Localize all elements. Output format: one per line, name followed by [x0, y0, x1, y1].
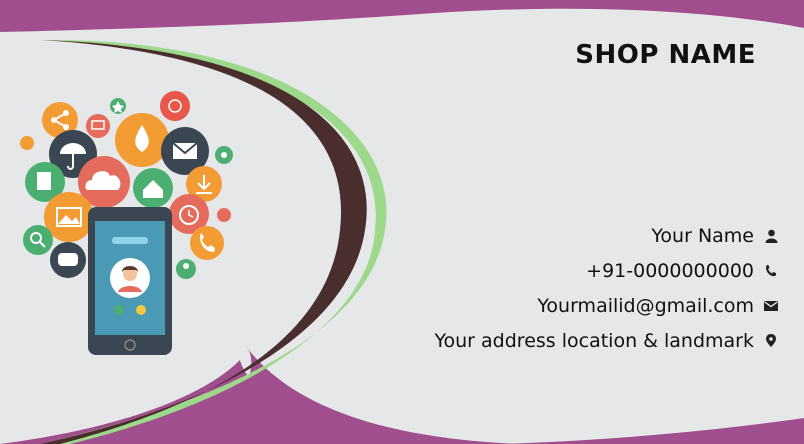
- search-icon: [23, 225, 53, 255]
- contact-email: Yourmailid@gmail.com: [537, 294, 754, 317]
- contact-address: Your address location & landmark: [434, 329, 754, 352]
- water-drop-icon: [115, 113, 169, 167]
- monitor-icon: [86, 114, 110, 138]
- phone-icon: [764, 264, 778, 278]
- contact-phone: +91-0000000000: [586, 259, 754, 282]
- contact-phone-row: +91-0000000000: [434, 253, 778, 288]
- bottom-right-purple: [500, 418, 804, 444]
- contact-details: Your Name +91-0000000000 Yourmailid@gmai…: [434, 218, 778, 358]
- home-icon: [133, 168, 173, 208]
- phone-icon: [190, 226, 224, 260]
- contact-email-row: Yourmailid@gmail.com: [434, 288, 778, 323]
- mail-icon: [764, 299, 778, 313]
- music-note-icon: [20, 136, 34, 150]
- star-icon: [110, 98, 126, 114]
- ball-icon: [160, 91, 190, 121]
- contact-name-row: Your Name: [434, 218, 778, 253]
- shop-name: SHOP NAME: [575, 40, 756, 70]
- business-card: SHOP NAME Your Name +91-0000000000 Yourm…: [0, 0, 804, 444]
- smartphone-icon: [88, 207, 172, 355]
- contact-address-row: Your address location & landmark: [434, 323, 778, 358]
- settings-icon: [215, 146, 233, 164]
- user-icon: [176, 259, 196, 279]
- chat-icon: [50, 242, 86, 278]
- contact-name: Your Name: [651, 224, 754, 247]
- small-dot-icon: [217, 208, 231, 222]
- location-pin-icon: [764, 334, 778, 348]
- person-icon: [764, 229, 778, 243]
- app-icons-illustration: [20, 91, 233, 355]
